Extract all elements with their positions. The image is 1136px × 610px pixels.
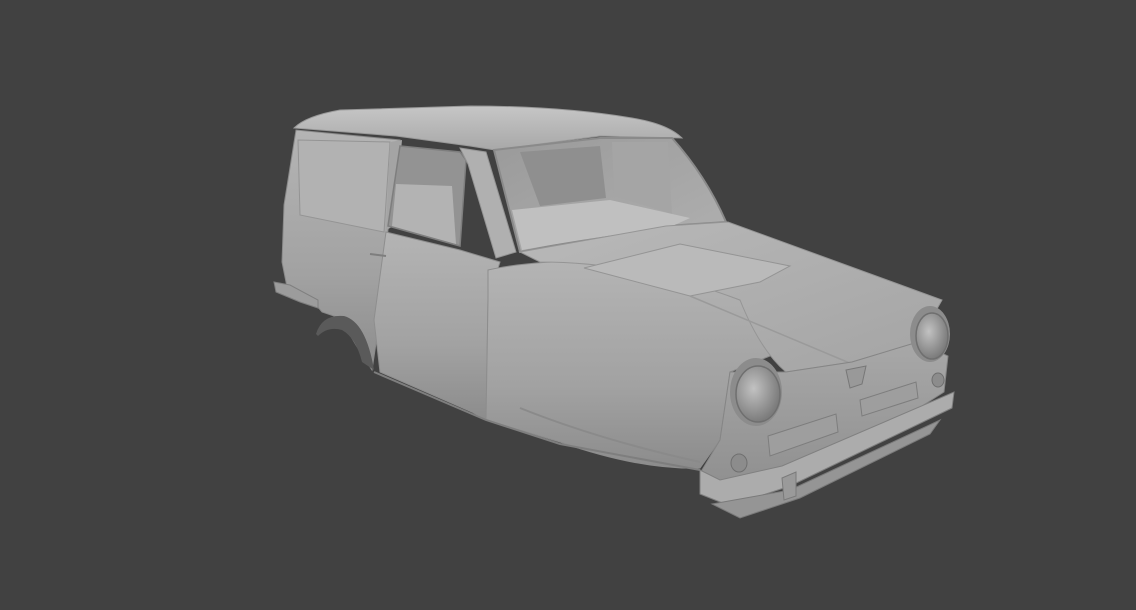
left-headlamp [730,358,782,426]
car-body-render [273,105,955,519]
right-indicator [931,372,945,388]
front-door [373,231,501,421]
3d-viewport[interactable] [0,0,1136,610]
left-indicator [730,453,748,473]
interior-seat [392,184,456,244]
right-headlamp [910,306,950,362]
